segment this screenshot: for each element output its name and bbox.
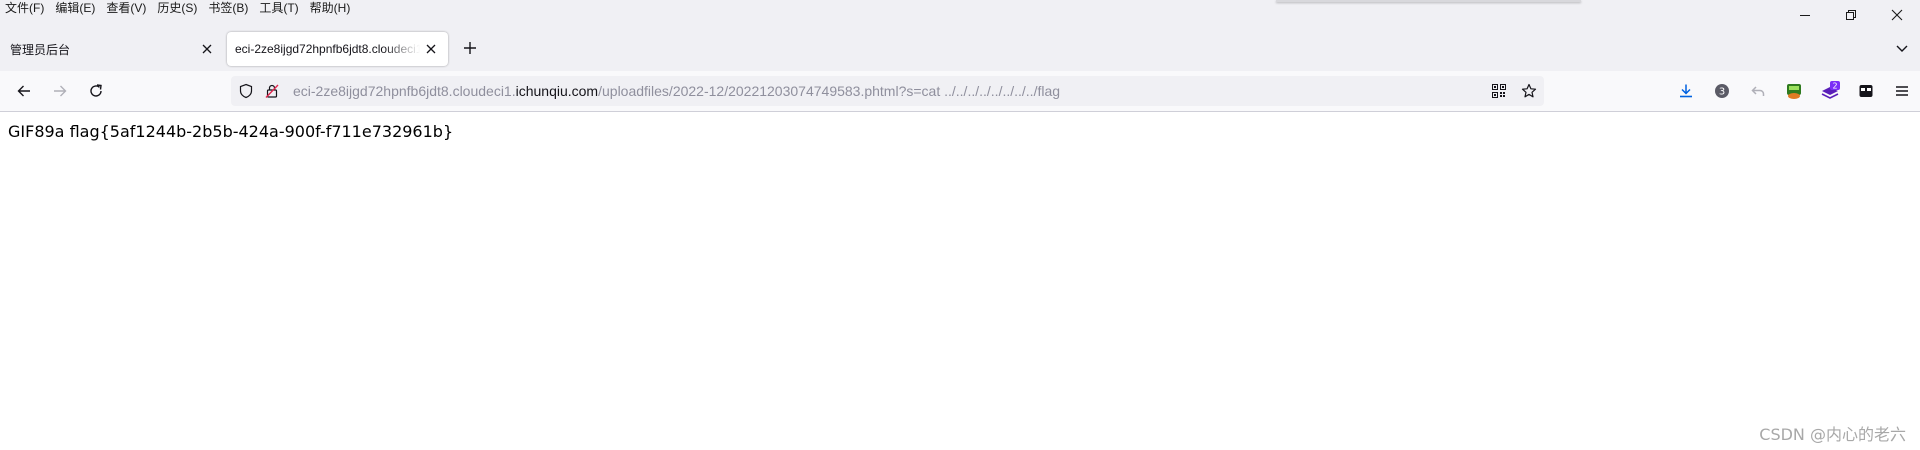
tab-close-icon[interactable]: [196, 38, 218, 60]
url-host: ichunqiu.com: [515, 83, 599, 99]
download-icon: [1680, 84, 1692, 98]
insecure-lock-icon[interactable]: [262, 81, 282, 101]
qr-code-button[interactable]: [1484, 73, 1514, 109]
menu-file[interactable]: 文件(F): [5, 0, 44, 17]
extension-hackbar-button[interactable]: [1776, 73, 1812, 109]
url-bar[interactable]: eci-2ze8ijgd72hpnfb6jdt8.cloudeci1.ichun…: [231, 76, 1544, 106]
tab-strip: 管理员后台 eci-2ze8ijgd72hpnfb6jdt8.cloudeci1…: [0, 17, 1920, 71]
menu-tools[interactable]: 工具(T): [259, 0, 298, 17]
arrow-right-icon: [54, 85, 67, 97]
badge-circle-icon: 3: [1715, 84, 1729, 98]
menu-items: 文件(F) 编辑(E) 查看(V) 历史(S) 书签(B) 工具(T) 帮助(H…: [0, 0, 361, 17]
url-path: /uploadfiles/2022-12/20221203074749583.p…: [598, 83, 1061, 99]
app-menu-button[interactable]: [1884, 73, 1920, 109]
menu-help[interactable]: 帮助(H): [310, 0, 351, 17]
star-icon: [1521, 83, 1537, 98]
bookmark-star-button[interactable]: [1514, 73, 1544, 109]
extension-stack-icon: 2: [1821, 81, 1840, 99]
new-tab-button[interactable]: [458, 36, 482, 60]
menu-bookmarks[interactable]: 书签(B): [208, 0, 248, 17]
container-button[interactable]: [1848, 73, 1884, 109]
menu-edit[interactable]: 编辑(E): [55, 0, 95, 17]
popup-edge: [1276, 0, 1581, 2]
downloads-button[interactable]: [1668, 73, 1704, 109]
forward-button[interactable]: [47, 78, 73, 104]
minimize-button[interactable]: [1782, 0, 1828, 29]
url-text[interactable]: eci-2ze8ijgd72hpnfb6jdt8.cloudeci1.ichun…: [293, 76, 1060, 106]
tab-admin[interactable]: 管理员后台: [0, 32, 224, 66]
close-icon: [1891, 9, 1903, 20]
hamburger-menu-icon: [1896, 86, 1908, 96]
tab-close-icon[interactable]: [420, 38, 442, 60]
chevron-down-icon: [1896, 45, 1908, 52]
reload-button[interactable]: [83, 78, 109, 104]
url-end-icons: [1484, 76, 1544, 106]
menu-bar: 文件(F) 编辑(E) 查看(V) 历史(S) 书签(B) 工具(T) 帮助(H…: [0, 0, 1920, 17]
nav-bar: eci-2ze8ijgd72hpnfb6jdt8.cloudeci1.ichun…: [0, 71, 1920, 112]
undo-button[interactable]: [1740, 73, 1776, 109]
close-window-button[interactable]: [1874, 0, 1920, 29]
qr-code-icon: [1492, 84, 1506, 98]
hackbar-extension-icon: [1787, 84, 1801, 99]
mask-icon: [1859, 85, 1873, 97]
reload-icon: [90, 84, 102, 97]
restore-button[interactable]: [1828, 0, 1874, 29]
watermark: CSDN @内心的老六: [1759, 425, 1906, 444]
menu-history[interactable]: 历史(S): [157, 0, 197, 17]
tab-title: 管理员后台: [10, 42, 71, 57]
url-prefix: eci-2ze8ijgd72hpnfb6jdt8.cloudeci1.: [293, 83, 516, 99]
shield-icon[interactable]: [236, 81, 256, 101]
menu-view[interactable]: 查看(V): [106, 0, 146, 17]
restore-icon: [1846, 9, 1856, 20]
browser-window: 文件(F) 编辑(E) 查看(V) 历史(S) 书签(B) 工具(T) 帮助(H…: [0, 0, 1920, 450]
page-content-text: GIF89a flag{5af1244b-2b5b-424a-900f-f711…: [8, 122, 454, 141]
tab-flag-page[interactable]: eci-2ze8ijgd72hpnfb6jdt8.cloudeci1.ichun…: [227, 32, 448, 66]
tab-list-button[interactable]: [1890, 36, 1914, 60]
window-controls: [1782, 0, 1920, 29]
notification-button[interactable]: 3: [1704, 73, 1740, 109]
plus-icon: [464, 42, 476, 54]
arrow-left-icon: [17, 85, 30, 97]
undo-arrow-icon: [1751, 86, 1765, 96]
extension-badge-button[interactable]: 2: [1812, 73, 1848, 109]
toolbar-right: 3 2: [1668, 71, 1920, 111]
minimize-icon: [1800, 14, 1810, 16]
tab-title: eci-2ze8ijgd72hpnfb6jdt8.cloudeci1.ichun…: [235, 42, 420, 56]
notification-count: 3: [1719, 87, 1725, 98]
extension-count: 2: [1832, 82, 1837, 91]
back-button[interactable]: [11, 78, 37, 104]
